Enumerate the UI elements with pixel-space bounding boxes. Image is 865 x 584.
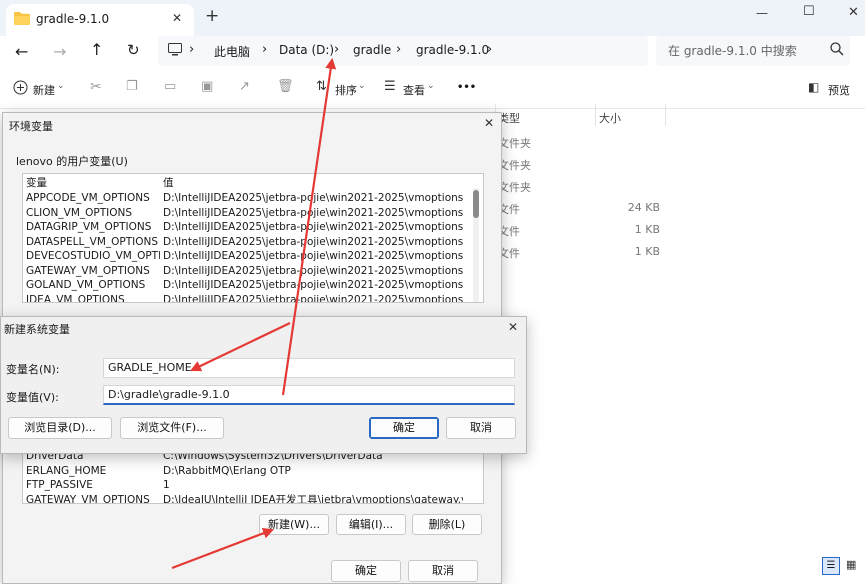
arrow-to-var-name	[190, 322, 291, 372]
arrow-to-address-bar	[281, 57, 337, 396]
annotation-arrows	[171, 57, 337, 570]
arrow-to-new-button	[171, 527, 275, 570]
